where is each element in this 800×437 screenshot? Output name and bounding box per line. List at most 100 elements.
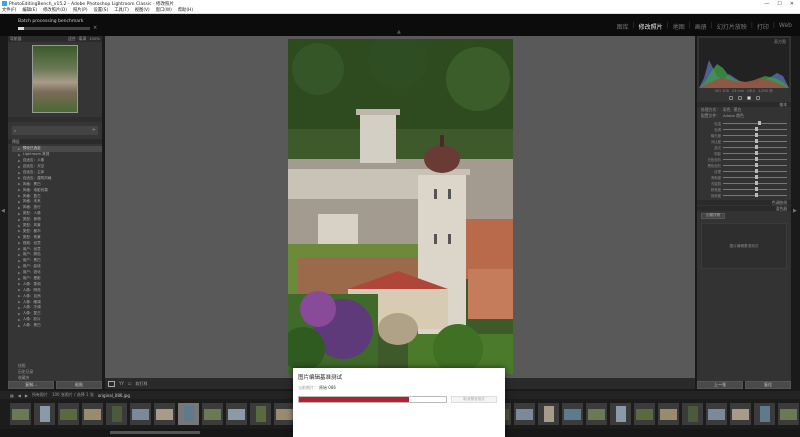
filmstrip-prev-icon[interactable]: ◀ (18, 393, 21, 398)
disclosure-triangle-icon[interactable]: ▶ (18, 188, 21, 192)
disclosure-triangle-icon[interactable]: ▶ (18, 165, 21, 169)
slider-knob[interactable] (755, 133, 758, 137)
filmstrip-thumbnail[interactable] (82, 403, 103, 425)
disclosure-triangle-icon[interactable]: ▶ (18, 247, 21, 251)
histogram[interactable]: 直方图 (699, 38, 789, 88)
slider-track[interactable] (723, 169, 787, 173)
disclosure-triangle-icon[interactable]: ▶ (18, 171, 21, 175)
module-tab[interactable]: 修改照片 (639, 22, 663, 31)
disclosure-triangle-icon[interactable]: ▶ (18, 212, 21, 216)
right-panel-toggle-icon[interactable]: ▶ (793, 208, 797, 214)
disclosure-triangle-icon[interactable]: ▶ (18, 265, 21, 269)
filmstrip-thumbnail[interactable] (154, 403, 175, 425)
top-panel-toggle-icon[interactable]: ▲ (397, 29, 401, 35)
filmstrip-grid-icon[interactable]: ▦ (10, 393, 14, 398)
slider-track[interactable] (723, 151, 787, 155)
module-tab[interactable]: 图库 (617, 22, 629, 31)
filmstrip-thumbnail[interactable] (106, 403, 127, 425)
disclosure-triangle-icon[interactable]: ▶ (18, 324, 21, 328)
softproof-checkbox[interactable]: ☐ (128, 381, 132, 386)
loupe-view-icon[interactable] (108, 380, 115, 387)
menu-tools[interactable]: 工具(T) (114, 7, 129, 13)
slider-knob[interactable] (755, 157, 758, 161)
slider-knob[interactable] (755, 175, 758, 179)
filmstrip-thumbnail[interactable] (202, 403, 223, 425)
previous-button[interactable]: 上一张 (697, 381, 743, 389)
slider-knob[interactable] (755, 187, 758, 191)
module-tab[interactable]: 画册 (695, 22, 707, 31)
menu-edit[interactable]: 编辑(E) (22, 7, 37, 13)
slider-track[interactable] (723, 133, 787, 137)
slider-knob[interactable] (755, 169, 758, 173)
disclosure-triangle-icon[interactable]: ▶ (18, 300, 21, 304)
disclosure-triangle-icon[interactable]: ▶ (18, 306, 21, 310)
filmstrip-thumbnail[interactable] (10, 403, 31, 425)
navigator-header[interactable]: 导航器 适合 填满 100% (8, 36, 102, 42)
view-mode-label[interactable]: YY (119, 381, 124, 386)
slider-track[interactable] (723, 145, 787, 149)
disclosure-triangle-icon[interactable]: ▶ (18, 206, 21, 210)
preset-search[interactable]: ⌕ + (12, 126, 98, 135)
menu-help[interactable]: 帮助(H) (178, 7, 193, 13)
slider-track[interactable] (723, 121, 787, 125)
disclosure-triangle-icon[interactable]: ▶ (18, 288, 21, 292)
slider-track[interactable] (723, 181, 787, 185)
filmstrip-thumbnail[interactable] (34, 403, 55, 425)
disclosure-triangle-icon[interactable]: ▶ (18, 282, 21, 286)
filmstrip-thumbnail[interactable] (634, 403, 655, 425)
slider-knob[interactable] (755, 163, 758, 167)
disclosure-triangle-icon[interactable]: ▶ (18, 147, 21, 151)
filmstrip-thumbnail[interactable] (178, 403, 199, 425)
disclosure-triangle-icon[interactable]: ▶ (18, 253, 21, 257)
slider-knob[interactable] (755, 181, 758, 185)
zoom-100[interactable]: 100% (89, 36, 100, 42)
filmstrip-thumbnail[interactable] (130, 403, 151, 425)
disclosure-triangle-icon[interactable]: ▶ (18, 235, 21, 239)
slider-knob[interactable] (758, 121, 762, 125)
filmstrip-thumbnail[interactable] (754, 403, 775, 425)
filmstrip-scroll-thumb[interactable] (110, 431, 200, 434)
filmstrip-thumbnail[interactable] (250, 403, 271, 425)
minimize-button[interactable]: — (764, 1, 769, 7)
main-photo[interactable] (288, 39, 513, 374)
crop-tool-icon[interactable] (728, 95, 733, 100)
menu-window[interactable]: 窗口(W) (156, 7, 172, 13)
slider-knob[interactable] (755, 127, 758, 131)
menu-settings[interactable]: 设置(S) (94, 7, 109, 13)
zoom-fit[interactable]: 适合 (68, 36, 76, 42)
filmstrip-thumbnail[interactable] (514, 403, 535, 425)
filmstrip-thumbnail[interactable] (730, 403, 751, 425)
navigator-preview[interactable] (32, 45, 78, 113)
zoom-fill[interactable]: 填满 (79, 36, 87, 42)
add-preset-icon[interactable]: + (92, 127, 96, 133)
disclosure-triangle-icon[interactable]: ▶ (18, 176, 21, 180)
tone-curve-header[interactable]: 色调曲线 (697, 200, 791, 205)
filmstrip-thumbnail[interactable] (274, 403, 295, 425)
disclosure-triangle-icon[interactable]: ▶ (18, 277, 21, 281)
filmstrip-thumbnail[interactable] (706, 403, 727, 425)
filmstrip-thumbnail[interactable] (586, 403, 607, 425)
close-button[interactable]: ✕ (790, 1, 794, 7)
disclosure-triangle-icon[interactable]: ▶ (18, 224, 21, 228)
module-tab[interactable]: 幻灯片放映 (717, 22, 747, 31)
profile-dropdown[interactable]: Adobe 颜色 (723, 113, 744, 119)
menu-view[interactable]: 视图(V) (135, 7, 150, 13)
slider-track[interactable] (723, 163, 787, 167)
paste-settings-button[interactable]: 粘贴 (56, 381, 102, 389)
filmstrip-source[interactable]: 所有照片 (32, 392, 48, 398)
disclosure-triangle-icon[interactable]: ▶ (18, 159, 21, 163)
disclosure-triangle-icon[interactable]: ▶ (18, 200, 21, 204)
filmstrip-thumbnail[interactable] (610, 403, 631, 425)
heal-tool-icon[interactable] (737, 95, 742, 100)
filmstrip-thumbnail[interactable] (538, 403, 559, 425)
task-close-icon[interactable]: × (93, 25, 97, 31)
disclosure-triangle-icon[interactable]: ▶ (18, 271, 21, 275)
menu-photo[interactable]: 照片(P) (73, 7, 88, 13)
slider-track[interactable] (723, 127, 787, 131)
slider-knob[interactable] (755, 145, 758, 149)
slider-track[interactable] (723, 139, 787, 143)
disclosure-triangle-icon[interactable]: ▶ (18, 182, 21, 186)
slider-knob[interactable] (755, 151, 758, 155)
filmstrip-thumbnail[interactable] (682, 403, 703, 425)
disclosure-triangle-icon[interactable]: ▶ (18, 312, 21, 316)
